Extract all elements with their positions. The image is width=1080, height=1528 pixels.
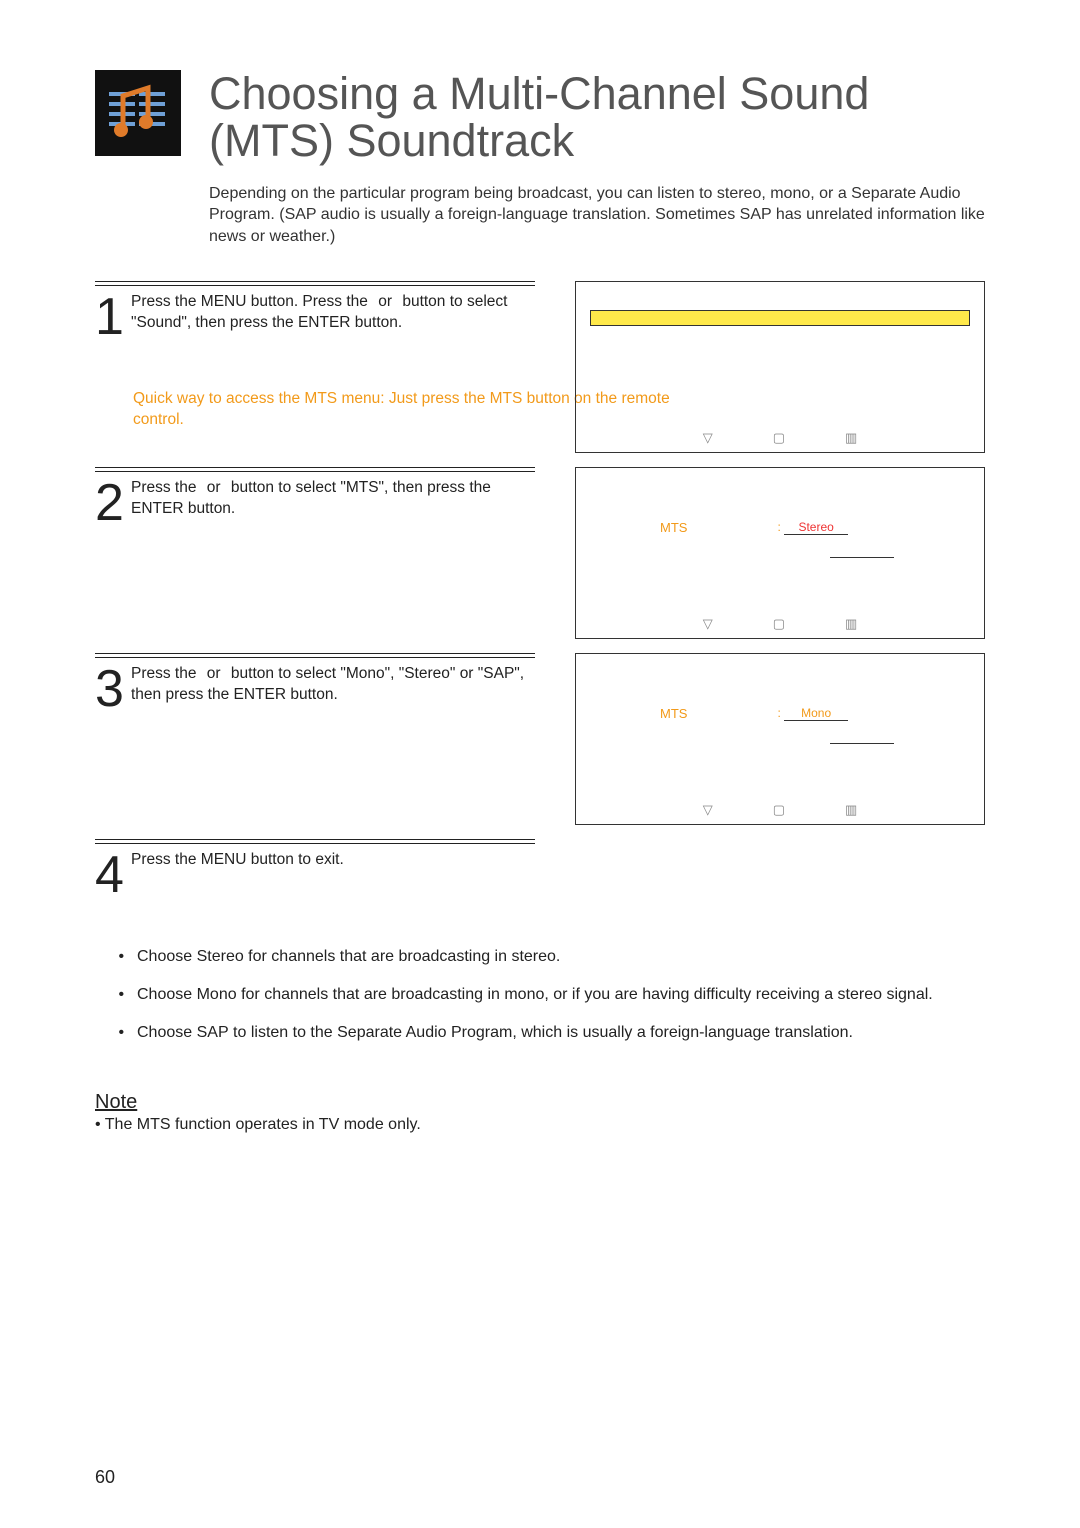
down-icon: ▽ bbox=[703, 616, 713, 632]
step-4-text: Press the MENU button to exit. bbox=[131, 850, 344, 899]
step-number-1: 1 bbox=[95, 292, 125, 341]
step-3-text: Press the or button to select "Mono", "S… bbox=[131, 664, 535, 713]
tips-list: Choose Stereo for channels that are broa… bbox=[133, 945, 985, 1045]
pip-icon: ▢ bbox=[773, 430, 785, 446]
step-number-4: 4 bbox=[95, 850, 125, 899]
step-1-text: Press the MENU button. Press the or butt… bbox=[131, 292, 535, 341]
tip-stereo: Choose Stereo for channels that are broa… bbox=[133, 945, 985, 969]
mts-label: MTS bbox=[660, 706, 687, 721]
mts-value-mono: Mono bbox=[784, 706, 848, 721]
mts-label: MTS bbox=[660, 520, 687, 535]
down-icon: ▽ bbox=[703, 802, 713, 818]
down-icon: ▽ bbox=[703, 430, 713, 446]
osd-screenshot-3: MTS : Mono ▽ ▢ ▥ bbox=[575, 653, 985, 825]
page-title: Choosing a Multi-Channel Sound (MTS) Sou… bbox=[209, 70, 985, 165]
page-number: 60 bbox=[95, 1467, 115, 1488]
osd-screenshot-1: ▽ ▢ ▥ bbox=[575, 281, 985, 453]
bars-icon: ▥ bbox=[845, 430, 857, 446]
intro-paragraph: Depending on the particular program bein… bbox=[209, 183, 985, 248]
pip-icon: ▢ bbox=[773, 616, 785, 632]
pip-icon: ▢ bbox=[773, 802, 785, 818]
tip-sap: Choose SAP to listen to the Separate Aud… bbox=[133, 1021, 985, 1045]
note-body: The MTS function operates in TV mode onl… bbox=[95, 1116, 985, 1134]
sound-section-icon bbox=[95, 70, 181, 156]
step-number-3: 3 bbox=[95, 664, 125, 713]
note-heading: Note bbox=[95, 1091, 985, 1114]
step-number-2: 2 bbox=[95, 478, 125, 527]
step-2-text: Press the or button to select "MTS", the… bbox=[131, 478, 535, 527]
tip-mono: Choose Mono for channels that are broadc… bbox=[133, 983, 985, 1007]
mts-value-stereo: Stereo bbox=[784, 520, 848, 535]
bars-icon: ▥ bbox=[845, 802, 857, 818]
bars-icon: ▥ bbox=[845, 616, 857, 632]
osd-screenshot-2: MTS : Stereo ▽ ▢ ▥ bbox=[575, 467, 985, 639]
